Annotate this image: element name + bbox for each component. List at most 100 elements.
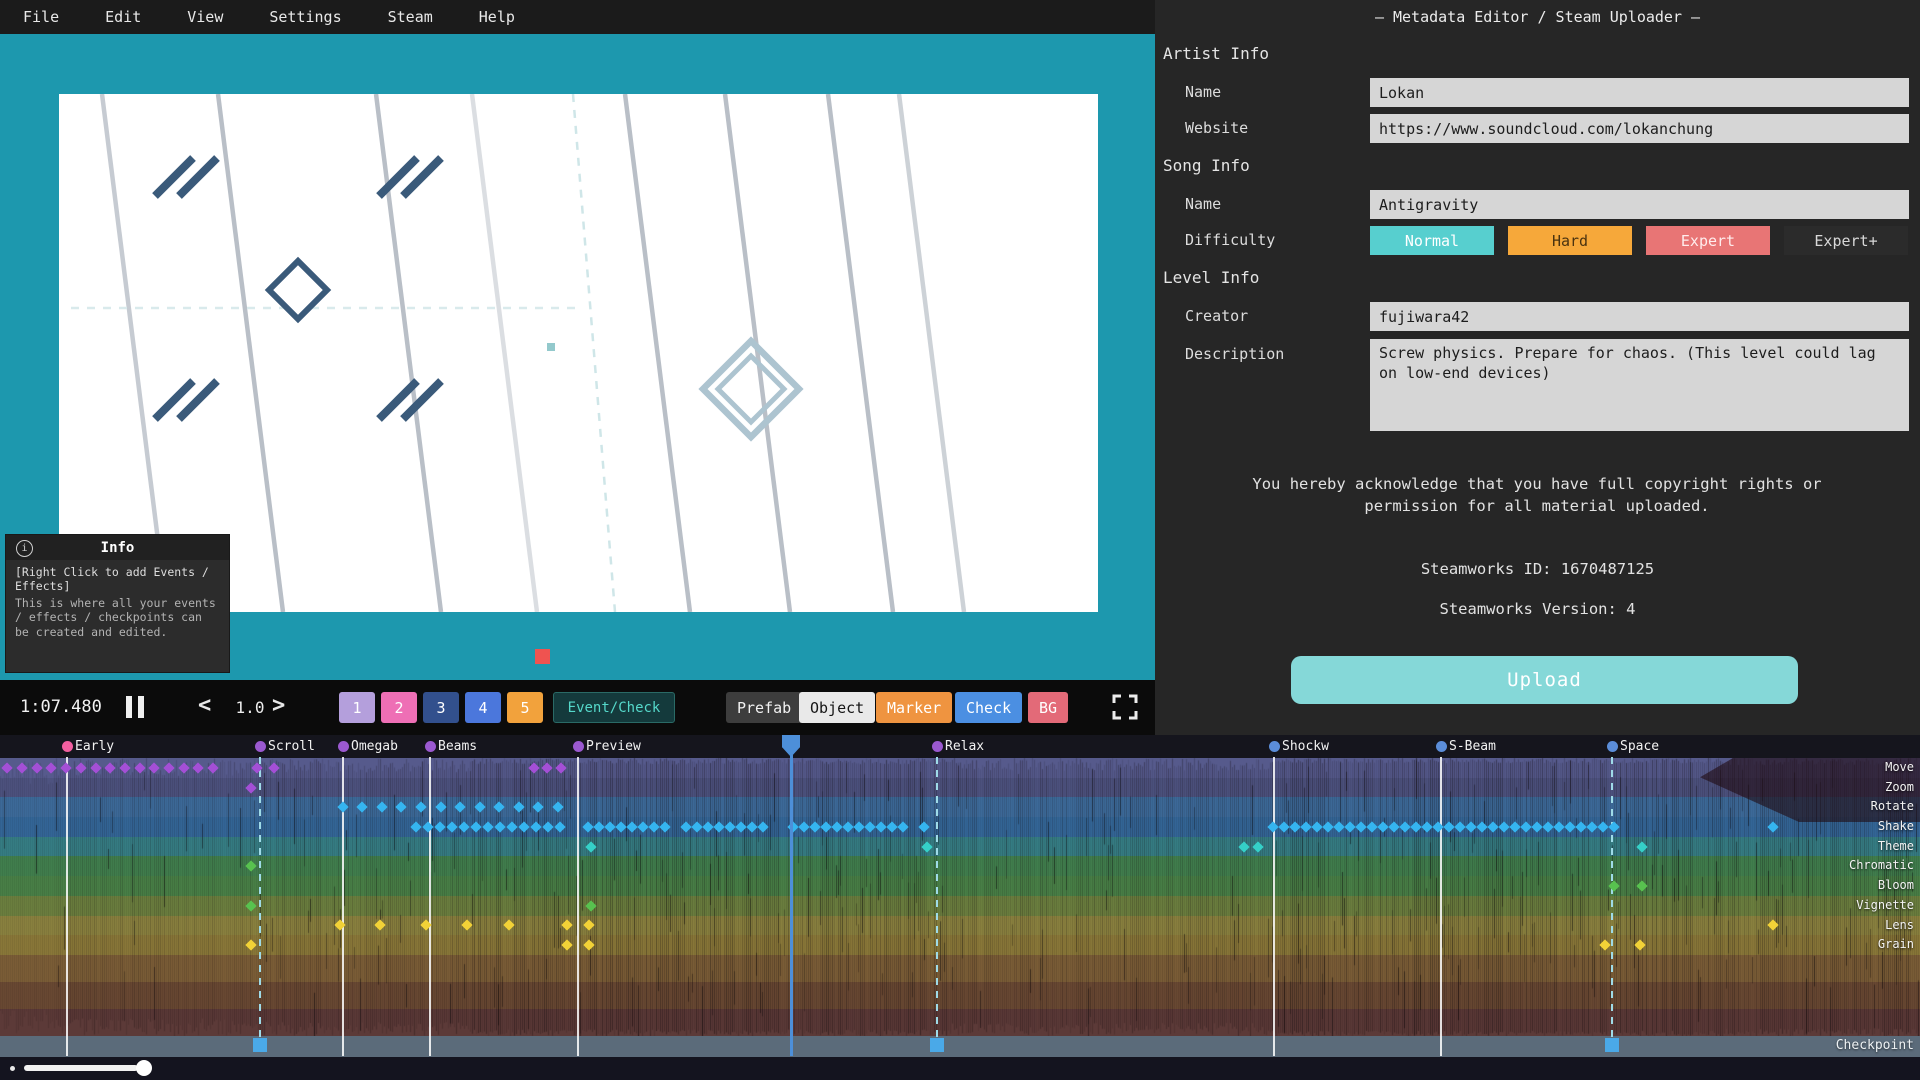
timeline[interactable]: EarlyScrollOmegabBeamsPreviewRelaxShockw…: [0, 735, 1920, 1080]
event-marker[interactable]: [798, 821, 809, 832]
event-marker[interactable]: [593, 821, 604, 832]
event-marker[interactable]: [1476, 821, 1487, 832]
event-marker[interactable]: [853, 821, 864, 832]
event-marker[interactable]: [90, 762, 101, 773]
event-marker[interactable]: [555, 762, 566, 773]
event-marker[interactable]: [724, 821, 735, 832]
event-marker[interactable]: [1344, 821, 1355, 832]
event-marker[interactable]: [1355, 821, 1366, 832]
event-marker[interactable]: [809, 821, 820, 832]
event-marker[interactable]: [886, 821, 897, 832]
timeline-marker-dot[interactable]: [932, 741, 943, 752]
event-marker[interactable]: [1388, 821, 1399, 832]
event-marker[interactable]: [434, 821, 445, 832]
event-marker[interactable]: [1531, 821, 1542, 832]
event-marker[interactable]: [1377, 821, 1388, 832]
event-marker[interactable]: [1564, 821, 1575, 832]
step-back-button[interactable]: <: [198, 693, 211, 718]
event-marker[interactable]: [518, 821, 529, 832]
playback-speed[interactable]: 1.0: [222, 698, 278, 717]
mode-button-marker[interactable]: Marker: [876, 692, 952, 723]
event-check-button[interactable]: Event/Check: [553, 692, 675, 723]
layer-button-2[interactable]: 2: [381, 692, 417, 723]
artist-name-input[interactable]: [1370, 78, 1909, 107]
level-viewport[interactable]: i Info [Right Click to add Events / Effe…: [0, 34, 1155, 680]
track-shake[interactable]: Shake: [0, 817, 1920, 837]
event-marker[interactable]: [245, 900, 256, 911]
event-marker[interactable]: [493, 802, 504, 813]
event-marker[interactable]: [245, 861, 256, 872]
track-row[interactable]: [0, 1009, 1920, 1036]
event-marker[interactable]: [148, 762, 159, 773]
track-chromatic[interactable]: Chromatic: [0, 856, 1920, 876]
fullscreen-icon[interactable]: [1112, 694, 1138, 720]
event-marker[interactable]: [615, 821, 626, 832]
checkpoint-row[interactable]: Checkpoint: [0, 1036, 1920, 1057]
event-marker[interactable]: [626, 821, 637, 832]
event-marker[interactable]: [921, 841, 932, 852]
event-marker[interactable]: [1311, 821, 1322, 832]
timeline-marker-dot[interactable]: [1436, 741, 1447, 752]
event-marker[interactable]: [395, 802, 406, 813]
event-marker[interactable]: [552, 802, 563, 813]
track-theme[interactable]: Theme: [0, 837, 1920, 857]
event-marker[interactable]: [746, 821, 757, 832]
upload-button[interactable]: Upload: [1291, 656, 1798, 704]
event-marker[interactable]: [410, 821, 421, 832]
event-marker[interactable]: [192, 762, 203, 773]
event-marker[interactable]: [554, 821, 565, 832]
timeline-marker-dot[interactable]: [62, 741, 73, 752]
event-marker[interactable]: [337, 802, 348, 813]
menu-item-file[interactable]: File: [0, 8, 82, 26]
event-marker[interactable]: [1487, 821, 1498, 832]
event-marker[interactable]: [1454, 821, 1465, 832]
track-row[interactable]: [0, 982, 1920, 1009]
event-marker[interactable]: [583, 939, 594, 950]
event-marker[interactable]: [1333, 821, 1344, 832]
song-name-input[interactable]: [1370, 190, 1909, 219]
track-vignette[interactable]: Vignette: [0, 896, 1920, 916]
event-marker[interactable]: [503, 920, 514, 931]
layer-button-4[interactable]: 4: [465, 692, 501, 723]
timeline-scrollbar[interactable]: [0, 1057, 1920, 1080]
event-marker[interactable]: [842, 821, 853, 832]
pause-button[interactable]: [126, 696, 144, 718]
event-marker[interactable]: [680, 821, 691, 832]
event-marker[interactable]: [541, 762, 552, 773]
layer-button-1[interactable]: 1: [339, 692, 375, 723]
event-marker[interactable]: [494, 821, 505, 832]
event-marker[interactable]: [585, 841, 596, 852]
event-marker[interactable]: [376, 802, 387, 813]
event-marker[interactable]: [583, 920, 594, 931]
difficulty-expert[interactable]: Expert: [1646, 226, 1770, 255]
event-marker[interactable]: [1322, 821, 1333, 832]
event-marker[interactable]: [1636, 880, 1647, 891]
event-marker[interactable]: [532, 802, 543, 813]
event-marker[interactable]: [604, 821, 615, 832]
event-marker[interactable]: [435, 802, 446, 813]
event-marker[interactable]: [585, 900, 596, 911]
event-marker[interactable]: [506, 821, 517, 832]
description-input[interactable]: Screw physics. Prepare for chaos. (This …: [1370, 339, 1909, 431]
artist-website-input[interactable]: [1370, 114, 1909, 143]
event-marker[interactable]: [820, 821, 831, 832]
event-marker[interactable]: [1289, 821, 1300, 832]
event-marker[interactable]: [16, 762, 27, 773]
checkpoint-marker[interactable]: [1605, 1038, 1619, 1052]
track-lens[interactable]: Lens: [0, 916, 1920, 936]
event-marker[interactable]: [1634, 939, 1645, 950]
zoom-slider-knob[interactable]: [136, 1060, 152, 1076]
event-marker[interactable]: [245, 939, 256, 950]
event-marker[interactable]: [356, 802, 367, 813]
event-marker[interactable]: [474, 802, 485, 813]
event-marker[interactable]: [561, 920, 572, 931]
mode-button-prefab[interactable]: Prefab: [726, 692, 802, 723]
menu-item-edit[interactable]: Edit: [82, 8, 164, 26]
event-marker[interactable]: [582, 821, 593, 832]
event-marker[interactable]: [757, 821, 768, 832]
event-marker[interactable]: [735, 821, 746, 832]
event-marker[interactable]: [1542, 821, 1553, 832]
timeline-marker-dot[interactable]: [425, 741, 436, 752]
timeline-marker-dot[interactable]: [1607, 741, 1618, 752]
timeline-marker-dot[interactable]: [1269, 741, 1280, 752]
